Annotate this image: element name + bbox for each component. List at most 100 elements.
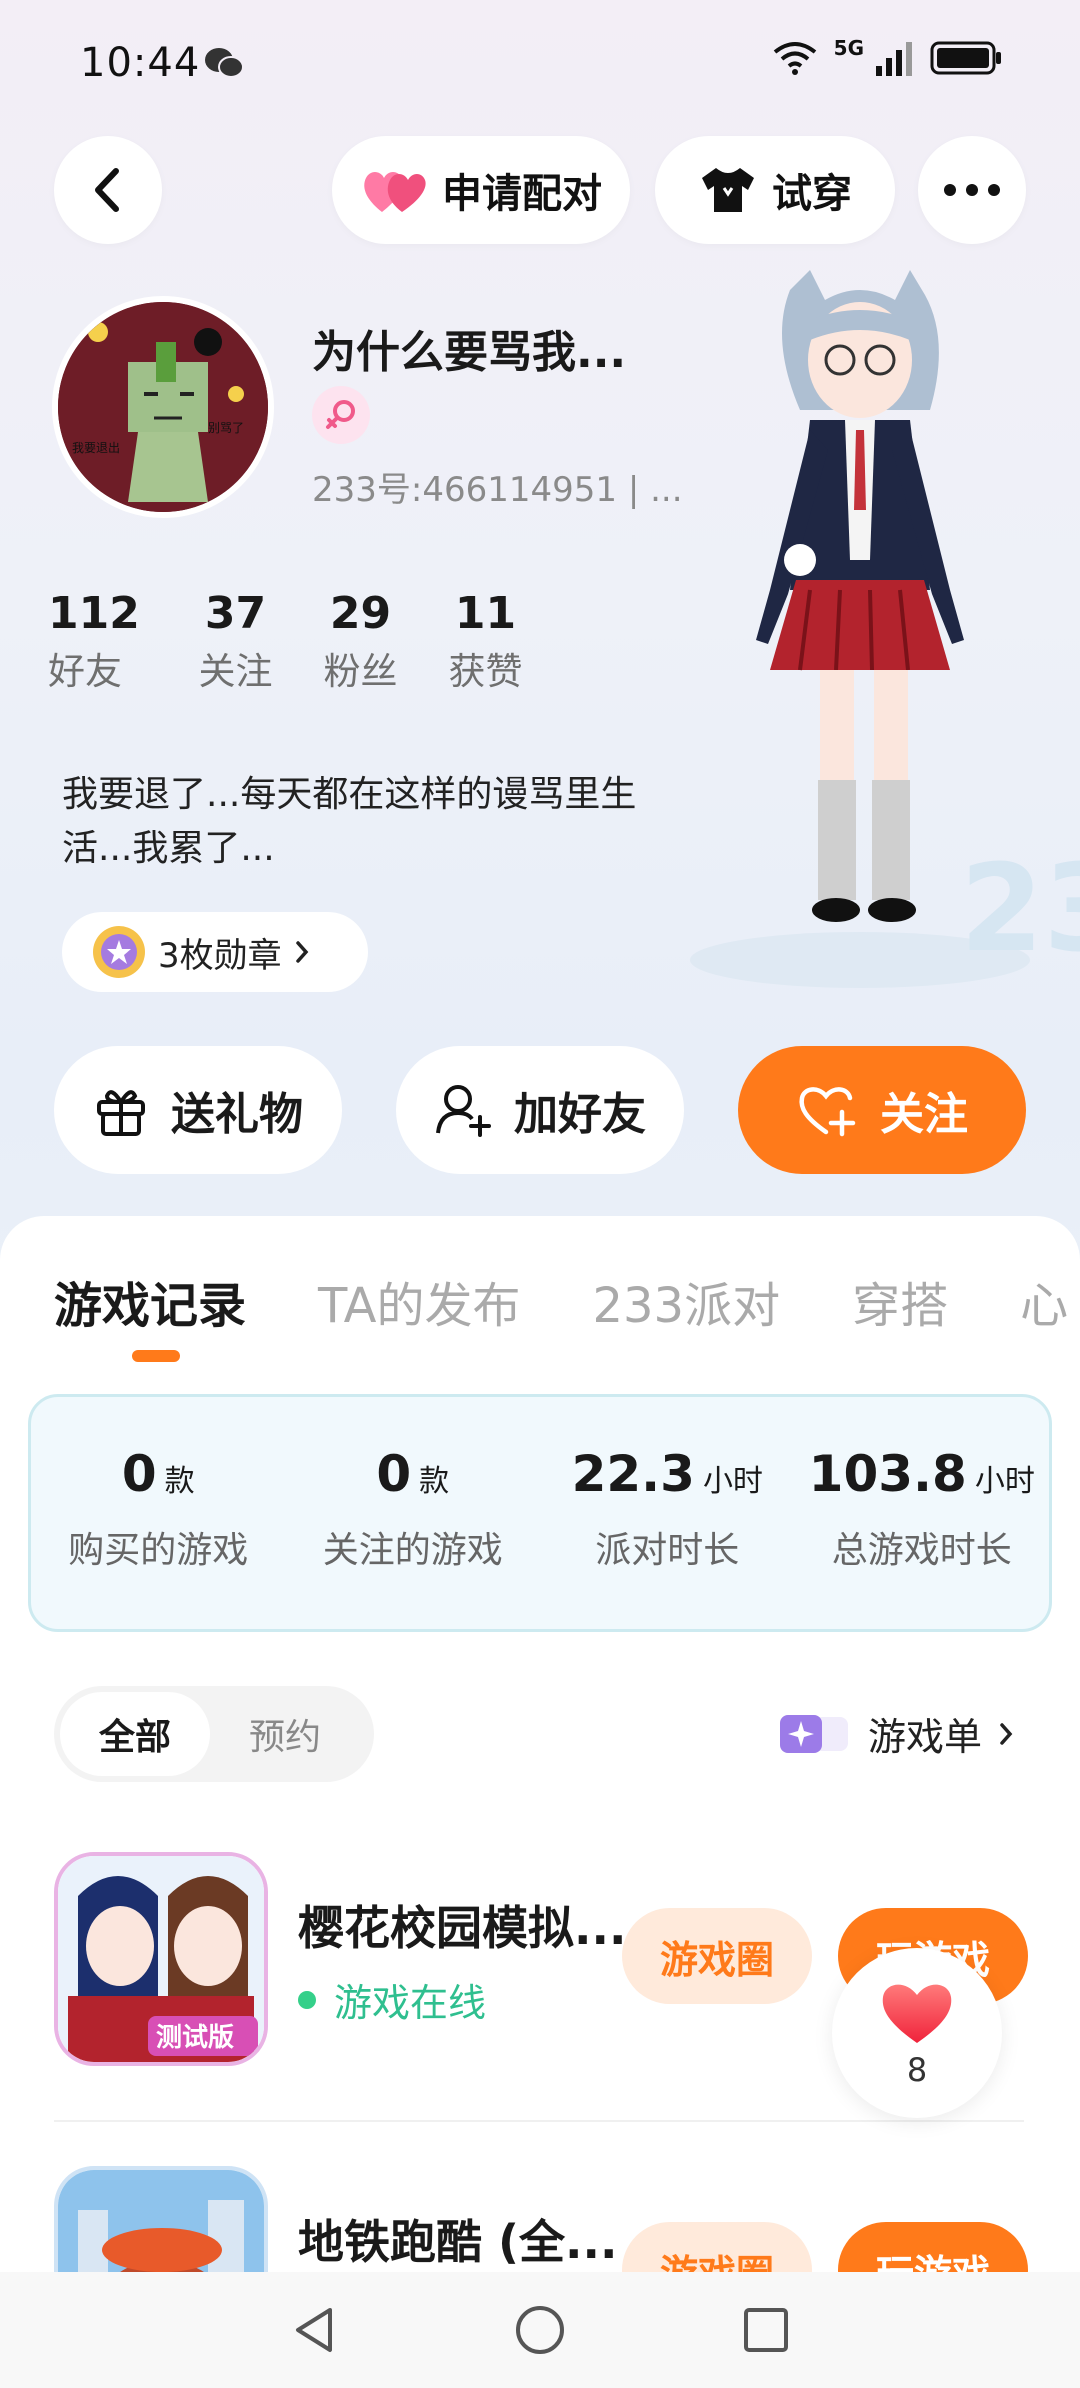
game-row[interactable]: 地铁跑酷 (全... 游戏圈 玩游戏 (54, 2166, 1028, 2276)
game-status-label: 游戏在线 (334, 1981, 487, 2025)
filter-all[interactable]: 全部 (60, 1692, 210, 1776)
like-count: 8 (906, 2051, 928, 2089)
nav-home-icon[interactable] (512, 2302, 568, 2358)
stat-value: 37 (204, 588, 267, 639)
stat-likes[interactable]: 11 获赞 (423, 584, 548, 700)
game-circle-button[interactable]: 游戏圈 (622, 1908, 812, 2004)
medal-icon (93, 926, 145, 978)
game-stat-unit: 小时 (974, 1464, 1035, 1499)
profile-stats: 112 好友 37 关注 29 粉丝 11 获赞 (48, 584, 548, 700)
play-game-button[interactable]: 玩游戏 (838, 2222, 1028, 2276)
user-id[interactable]: 233号:466114951 | ... (312, 462, 683, 511)
stat-value: 112 (48, 588, 140, 639)
wechat-icon (205, 48, 244, 78)
gender-badge (312, 386, 370, 444)
network-type: 5G (833, 36, 864, 60)
send-gift-label: 送礼物 (171, 1089, 303, 1140)
status-bar: 10:44 5G (0, 0, 1080, 120)
double-heart-icon (364, 172, 426, 212)
try-on-button[interactable]: 试穿 (655, 136, 895, 244)
game-stat-label: 关注的游戏 (322, 1530, 503, 1571)
nav-recents-icon[interactable] (738, 2302, 794, 2358)
game-stat-value: 22.3 (571, 1445, 695, 1503)
tab-233-party[interactable]: 233派对 (592, 1266, 780, 1336)
game-stat-label: 总游戏时长 (831, 1530, 1012, 1571)
online-dot (298, 1990, 316, 2009)
system-nav-bar (0, 2272, 1080, 2388)
heart-icon (882, 1984, 952, 2043)
svg-text:233: 233 (960, 840, 1080, 979)
chevron-right-icon (295, 941, 308, 963)
tshirt-icon (702, 168, 754, 212)
game-stats-panel: 0款 购买的游戏 0款 关注的游戏 22.3 小时 派对时长 103.8 小时 总游… (28, 1394, 1052, 1632)
stat-value: 11 (454, 588, 517, 639)
game-stat-unit: 款 (164, 1464, 195, 1499)
follow-label: 关注 (880, 1089, 968, 1140)
filter-segment: 全部 预约 (54, 1686, 374, 1782)
chevron-left-icon (95, 168, 119, 212)
status-icons: 5G (772, 36, 1004, 76)
like-float-button[interactable]: 8 (832, 1948, 1002, 2118)
request-pair-button[interactable]: 申请配对 (332, 136, 630, 244)
game-status: 游戏在线 (298, 1972, 486, 2027)
stat-friends[interactable]: 112 好友 (48, 584, 173, 700)
stat-label: 好友 (48, 650, 122, 693)
wifi-icon (773, 42, 816, 75)
tab-game-records[interactable]: 游戏记录 (54, 1266, 246, 1336)
stat-value: 29 (329, 588, 392, 639)
more-dots-icon (944, 184, 1000, 196)
try-on-label: 试穿 (772, 171, 852, 217)
medals-button[interactable]: 3枚勋章 (62, 912, 368, 992)
game-stat-value: 0 (121, 1445, 157, 1503)
stat-label: 关注 (198, 650, 273, 693)
game-stat-unit: 小时 (702, 1464, 763, 1499)
add-friend-label: 加好友 (514, 1089, 646, 1140)
game-list-link[interactable]: 游戏单 (778, 1706, 1016, 1761)
filter-reserve[interactable]: 预约 (210, 1692, 360, 1776)
add-friend-button[interactable]: 加好友 (396, 1046, 684, 1174)
game-stat-label: 购买的游戏 (68, 1530, 249, 1571)
game-stat-total-time: 103.8 小时 总游戏时长 (795, 1397, 1050, 1629)
game-list-label: 游戏单 (867, 1715, 982, 1759)
stat-label: 粉丝 (323, 650, 398, 693)
game-stat-party-time: 22.3 小时 派对时长 (540, 1397, 795, 1629)
signal-icon (876, 42, 912, 76)
stat-label: 获赞 (448, 650, 523, 693)
female-icon (326, 400, 355, 429)
svg-text:我要退出: 我要退出 (72, 441, 120, 455)
status-time: 10:44 (80, 40, 201, 86)
tab-bar: 游戏记录 TA的发布 233派对 穿搭 心 (54, 1266, 1080, 1336)
divider (54, 2120, 1024, 2122)
follow-button[interactable]: 关注 (738, 1046, 1026, 1174)
game-stat-followed: 0款 关注的游戏 (286, 1397, 541, 1629)
game-title: 樱花校园模拟... (298, 1901, 627, 1955)
tab-more[interactable]: 心 (1020, 1266, 1068, 1336)
chevron-right-icon (1000, 1722, 1013, 1745)
sparkle-icon (779, 1714, 848, 1753)
stat-following[interactable]: 37 关注 (173, 584, 298, 700)
avatar[interactable]: 我要退出 别骂了 (52, 296, 274, 518)
avatar-character-3d[interactable]: 233 (660, 260, 1080, 1000)
game-icon[interactable] (54, 2166, 268, 2276)
bio: 我要退了...每天都在这样的谩骂里生活...我累了... (62, 774, 637, 869)
game-title: 地铁跑酷 (全... (298, 2215, 618, 2269)
send-gift-button[interactable]: 送礼物 (54, 1046, 342, 1174)
tab-posts[interactable]: TA的发布 (318, 1266, 520, 1336)
stat-followers[interactable]: 29 粉丝 (298, 584, 423, 700)
more-button[interactable] (918, 136, 1026, 244)
game-stat-value: 103.8 (808, 1445, 967, 1503)
avatar-image: 我要退出 别骂了 (58, 302, 268, 512)
game-stat-value: 0 (376, 1445, 412, 1503)
game-icon[interactable]: 测试版 (54, 1852, 268, 2066)
back-button[interactable] (54, 136, 162, 244)
nav-back-icon[interactable] (286, 2302, 342, 2358)
tab-outfits[interactable]: 穿搭 (852, 1266, 948, 1336)
game-stat-label: 派对时长 (595, 1530, 740, 1571)
game-circle-button[interactable]: 游戏圈 (622, 2222, 812, 2276)
nickname: 为什么要骂我... (312, 327, 627, 378)
game-icon-image: 测试版 (58, 1856, 264, 2062)
game-stat-unit: 款 (419, 1464, 450, 1499)
battery-icon (930, 41, 1001, 75)
game-icon-image (58, 2170, 264, 2276)
medals-label: 3枚勋章 (158, 935, 282, 976)
